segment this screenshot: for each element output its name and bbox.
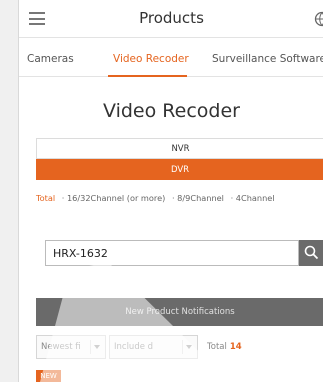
tab-cameras[interactable]: Cameras: [27, 53, 74, 65]
chevron-down-icon: [94, 345, 100, 349]
result-total: Total 14: [207, 342, 242, 352]
new-badge: NEW: [36, 370, 61, 382]
include-select-value: Include d: [114, 342, 154, 352]
channel-filters: Total · 16/32Channel (or more) · 8/9Chan…: [36, 193, 279, 203]
filter-label: 16/32Channel (or more): [66, 193, 166, 203]
tab-video-recoder[interactable]: Video Recoder: [113, 53, 189, 65]
filter-label: 4Channel: [235, 193, 275, 203]
filter-8-9-channel[interactable]: · 8/9Channel: [172, 193, 224, 203]
filter-label: 8/9Channel: [177, 193, 224, 203]
tab-surveillance-software[interactable]: Surveillance Software: [212, 53, 323, 65]
filter-16-32-channel[interactable]: · 16/32Channel (or more): [62, 193, 166, 203]
page-title: Products: [139, 9, 204, 27]
result-total-label: Total: [207, 342, 227, 352]
new-product-notifications-button[interactable]: New Product Notifications: [36, 298, 323, 326]
section-title: Video Recoder: [103, 100, 240, 122]
nvr-option[interactable]: NVR: [36, 138, 323, 159]
globe-icon[interactable]: [314, 11, 323, 27]
product-tabs: Cameras Video Recoder Surveillance Softw…: [19, 39, 323, 77]
search-input[interactable]: [45, 240, 299, 266]
result-count: 14: [229, 342, 242, 352]
chevron-down-icon: [186, 345, 192, 349]
filter-4-channel[interactable]: · 4Channel: [231, 193, 275, 203]
top-bar: Products: [19, 0, 323, 38]
filter-total[interactable]: Total: [36, 193, 55, 203]
mobile-page: Products Cameras Video Recoder Surveilla…: [18, 0, 323, 382]
include-select[interactable]: Include d: [109, 335, 198, 359]
search-icon: [304, 245, 319, 260]
sort-select-value: Newest fi: [41, 342, 81, 352]
sort-select[interactable]: Newest fi: [36, 335, 106, 359]
search-button[interactable]: [299, 240, 323, 266]
dvr-option[interactable]: DVR: [36, 159, 323, 180]
active-tab-indicator: [108, 75, 187, 77]
